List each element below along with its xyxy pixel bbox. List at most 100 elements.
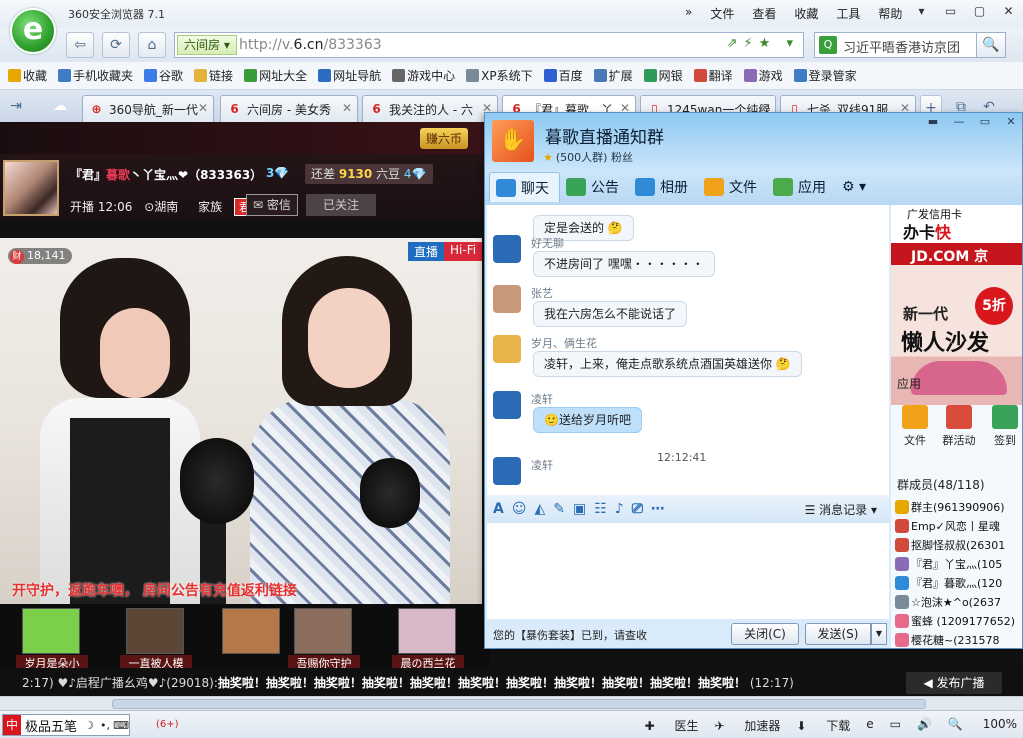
favorite-item[interactable]: 网址导航: [318, 67, 381, 84]
group-avatar[interactable]: ✋: [492, 120, 534, 162]
send-options-icon[interactable]: ▼: [871, 623, 887, 645]
sender-name[interactable]: 岁月、俩生花: [531, 335, 597, 351]
more-icon[interactable]: ⋯: [651, 501, 665, 517]
close-window-button[interactable]: ✕: [994, 0, 1023, 22]
member-list[interactable]: 群主(961390906) Emp✓风恋丨星魂 抠脚怪叔叔(26301 『君』丫宝灬(…: [895, 497, 1022, 648]
back-button[interactable]: ⇦: [66, 32, 94, 58]
guardian-item[interactable]: 晨の西兰花: [392, 608, 464, 671]
favorite-item[interactable]: 收藏: [8, 67, 47, 84]
favorite-item[interactable]: 网址大全: [244, 67, 307, 84]
favorite-item[interactable]: 游戏: [743, 67, 783, 84]
minimize-button[interactable]: ▭: [936, 0, 965, 22]
user-avatar[interactable]: [493, 335, 521, 363]
send-button[interactable]: 发送(S): [805, 623, 871, 645]
host-avatar[interactable]: [3, 160, 59, 216]
home-button[interactable]: ⌂: [138, 32, 166, 58]
earn-coins-button[interactable]: 赚六币: [420, 128, 469, 149]
guardian-item[interactable]: 吾赐你守护: [288, 608, 360, 671]
search-engine-icon[interactable]: Q: [819, 36, 837, 54]
url-text[interactable]: http://v.6.cn/833363: [239, 37, 382, 53]
guardian-item[interactable]: 岁月是朵小: [16, 608, 88, 671]
qq-settings-icon[interactable]: ⚙ ▾: [836, 172, 876, 202]
zoom-level[interactable]: 🔍 100%: [948, 717, 1017, 734]
sender-name[interactable]: 张艺: [531, 285, 553, 301]
menu-tools[interactable]: 工具: [827, 5, 869, 22]
user-avatar[interactable]: [493, 285, 521, 313]
qq-tab[interactable]: 文件: [698, 172, 767, 202]
sidebar-toggle-icon[interactable]: ⇥: [4, 94, 28, 118]
sender-name[interactable]: 凌轩: [531, 391, 553, 407]
shake-icon[interactable]: ◭: [534, 501, 545, 517]
window-icon[interactable]: ▭: [890, 717, 901, 734]
video-stream[interactable]: [0, 238, 482, 604]
favorite-item[interactable]: 手机收藏夹: [58, 67, 133, 84]
qq-minimize-button[interactable]: —: [946, 113, 972, 131]
refresh-button[interactable]: ⟳: [102, 32, 130, 58]
favorite-item[interactable]: 链接: [194, 67, 233, 84]
hifi-tab[interactable]: Hi-Fi: [444, 242, 483, 261]
skin-button[interactable]: ▾: [907, 0, 936, 22]
emoji-icon[interactable]: ☺: [512, 501, 527, 517]
ad-header[interactable]: 广发信用卡 办卡快: [891, 205, 1022, 243]
chat-history[interactable]: 定是会送的 🤔 好无聊 不进房间了 嘿嘿・・・・・・ 张艺 我在六房怎么不能说话了 岁月、…: [487, 205, 889, 495]
close-tab-icon[interactable]: ✕: [198, 101, 208, 115]
qq-tab[interactable]: 聊天: [489, 172, 560, 202]
qq-tab[interactable]: 相册: [629, 172, 698, 202]
qq-maximize-button[interactable]: ▭: [972, 113, 998, 131]
guardian-avatar[interactable]: [126, 608, 184, 654]
live-tab[interactable]: 直播: [408, 242, 445, 261]
favorite-item[interactable]: 谷歌: [144, 67, 183, 84]
favorite-item[interactable]: 扩展: [593, 67, 633, 84]
follow-button[interactable]: 已关注: [306, 194, 376, 216]
menu-help[interactable]: 帮助: [869, 5, 911, 22]
accelerator-button[interactable]: ✈ 加速器: [714, 717, 780, 734]
private-message-button[interactable]: ✉ 密信: [246, 194, 298, 216]
cloud-icon[interactable]: ☁: [48, 94, 72, 118]
menu-view[interactable]: 查看: [743, 5, 785, 22]
input-method-bar[interactable]: 中 极品五笔 ☽ •, ⌨: [2, 714, 131, 736]
address-actions[interactable]: ⇗⚡★ ▾: [727, 36, 799, 51]
guardian-avatar[interactable]: [398, 608, 456, 654]
browser-tab[interactable]: 6 我关注的人 - 六 ✕: [362, 95, 498, 122]
search-button[interactable]: 🔍: [976, 32, 1006, 58]
guardian-item[interactable]: [220, 608, 280, 668]
group-app[interactable]: 文件: [893, 405, 937, 448]
ime-keyboard-icon[interactable]: ⌨: [113, 719, 129, 732]
qq-tab[interactable]: 公告: [560, 172, 629, 202]
doodle-icon[interactable]: ✎: [553, 501, 565, 517]
favorite-item[interactable]: 翻译: [693, 67, 733, 84]
user-avatar[interactable]: [493, 391, 521, 419]
ime-punct-icon[interactable]: •,: [97, 719, 113, 732]
member-item[interactable]: 『君』暮歌灬(120: [895, 573, 1022, 592]
user-avatar[interactable]: [493, 235, 521, 263]
favorite-item[interactable]: 百度: [543, 67, 583, 84]
address-bar[interactable]: 六间房 ▾ http://v.6.cn/833363 ⇗⚡★ ▾: [174, 32, 804, 58]
qq-close-button[interactable]: ✕: [998, 113, 1022, 131]
scroll-thumb[interactable]: [112, 699, 926, 709]
group-app[interactable]: 群活动: [937, 405, 981, 448]
browser-tab[interactable]: ⊕ 360导航_新一代 ✕: [82, 95, 214, 122]
qq-settings-button[interactable]: ▬: [920, 113, 946, 131]
search-input[interactable]: 习近平晤香港访京团: [843, 37, 983, 56]
sender-name[interactable]: 凌轩: [531, 457, 553, 473]
image-icon[interactable]: ▣: [573, 501, 586, 517]
screenshot-icon[interactable]: ⎚: [632, 501, 643, 517]
horizontal-scrollbar[interactable]: [0, 696, 1023, 710]
member-item[interactable]: 『君』丫宝灬(105: [895, 554, 1022, 573]
member-item[interactable]: ☆泡沫★^o(2637: [895, 592, 1022, 611]
site-tag[interactable]: 六间房 ▾: [177, 35, 237, 55]
guardian-avatar[interactable]: [22, 608, 80, 654]
favorite-item[interactable]: 网银: [643, 67, 683, 84]
qq-tab[interactable]: 应用: [767, 172, 836, 202]
ime-moon-icon[interactable]: ☽: [81, 719, 97, 732]
group-app[interactable]: 签到: [983, 405, 1022, 448]
member-item[interactable]: Emp✓风恋丨星魂: [895, 516, 1022, 535]
close-chat-button[interactable]: 关闭(C): [731, 623, 799, 645]
note-icon[interactable]: ☷: [594, 501, 607, 517]
member-item[interactable]: 抠脚怪叔叔(26301: [895, 535, 1022, 554]
ie-icon[interactable]: e: [866, 717, 873, 734]
browser-tab[interactable]: 6 六间房 - 美女秀 ✕: [220, 95, 358, 122]
sender-name[interactable]: 好无聊: [531, 235, 564, 251]
font-icon[interactable]: A: [493, 501, 504, 517]
publish-broadcast-button[interactable]: ◀ 发布广播: [906, 672, 1002, 694]
